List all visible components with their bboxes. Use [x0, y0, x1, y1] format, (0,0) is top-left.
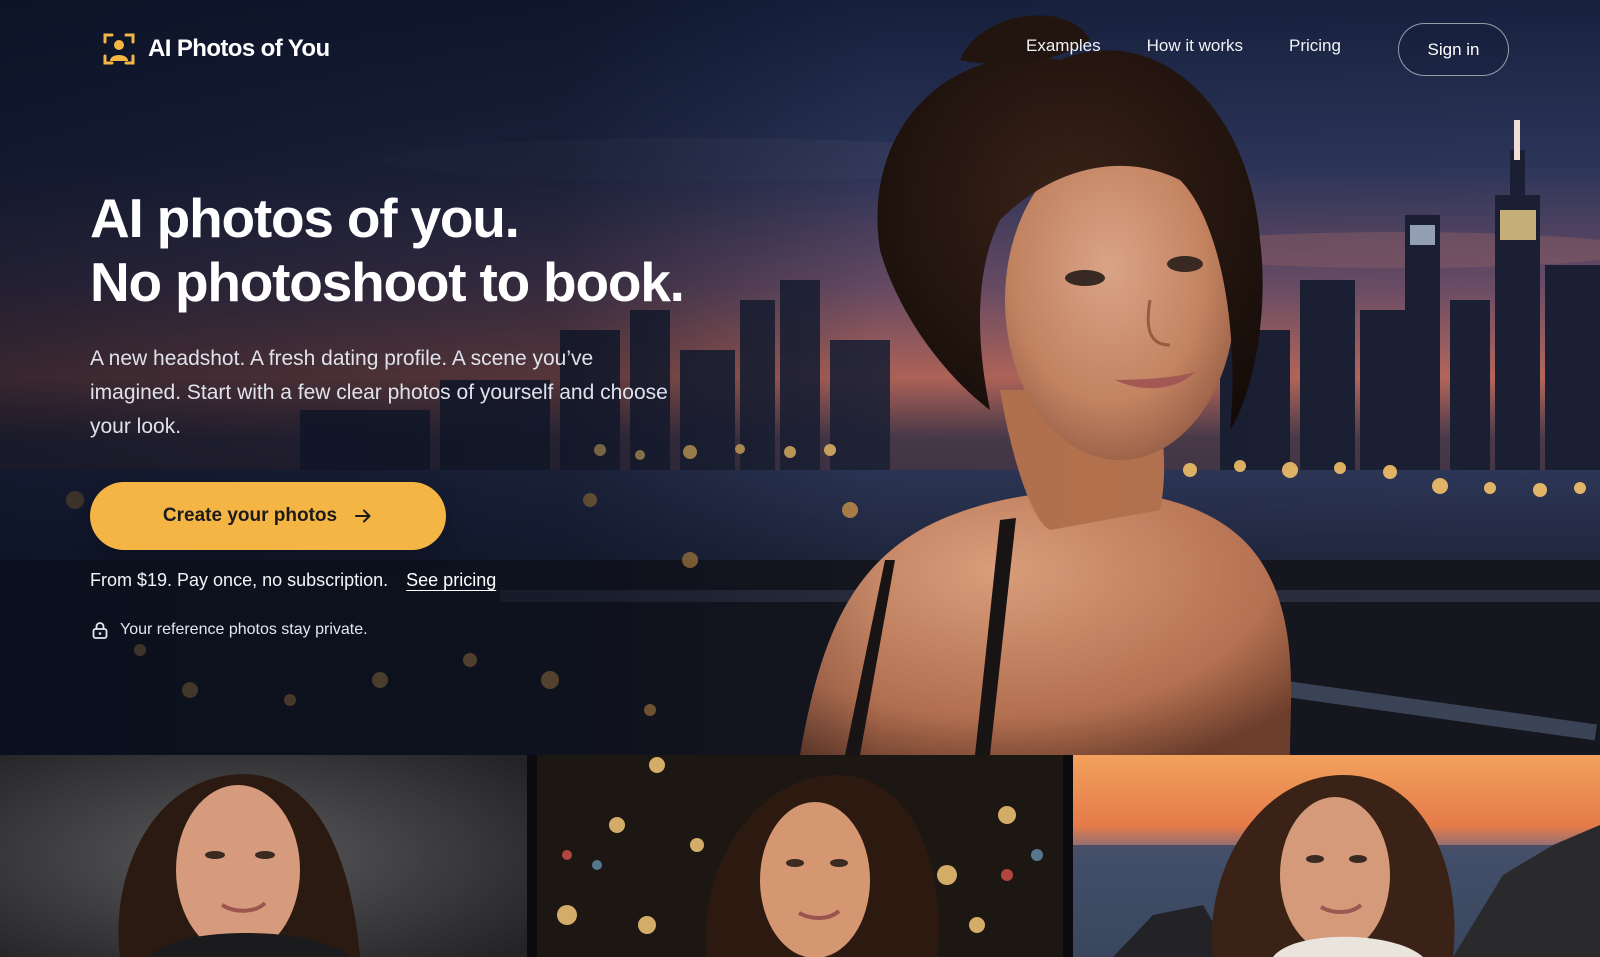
arrow-right-icon	[355, 509, 371, 523]
price-text: From $19. Pay once, no subscription.	[90, 570, 389, 590]
gallery-image-studio-headshot[interactable]	[0, 755, 527, 957]
nav-link-how-it-works[interactable]: How it works	[1147, 36, 1243, 56]
hero-copy: AI photos of you. No photoshoot to book.…	[90, 186, 710, 444]
nav-link-pricing[interactable]: Pricing	[1289, 36, 1341, 56]
price-line: From $19. Pay once, no subscription. See…	[90, 570, 496, 591]
privacy-text: Your reference photos stay private.	[120, 621, 368, 638]
lock-icon	[92, 622, 108, 639]
brand-name: AI Photos of You	[148, 35, 330, 62]
headline-line-1: AI photos of you.	[90, 187, 520, 249]
create-photos-button[interactable]: Create your photos	[90, 482, 446, 550]
see-pricing-link[interactable]: See pricing	[406, 570, 496, 591]
sign-in-button[interactable]: Sign in	[1398, 23, 1509, 76]
nav-links: Examples How it works Pricing	[1026, 36, 1341, 56]
hero-section: AI Photos of You Examples How it works P…	[0, 0, 1600, 755]
cta-label: Create your photos	[162, 505, 338, 526]
top-navigation: AI Photos of You Examples How it works P…	[0, 0, 1600, 100]
gallery-image-seaside-sunset[interactable]	[1073, 755, 1600, 957]
hero-subcopy: A new headshot. A fresh dating profile. …	[90, 347, 668, 438]
gallery-image-city-night[interactable]	[537, 755, 1063, 957]
headline-line-2: No photoshoot to book.	[90, 251, 685, 313]
nav-link-examples[interactable]: Examples	[1026, 36, 1101, 56]
hero-headline: AI photos of you. No photoshoot to book.	[90, 186, 710, 314]
portrait-frame-icon	[103, 33, 135, 65]
privacy-note: Your reference photos stay private.	[90, 620, 368, 640]
example-gallery	[0, 755, 1600, 957]
brand-logo[interactable]: AI Photos of You	[102, 32, 330, 66]
